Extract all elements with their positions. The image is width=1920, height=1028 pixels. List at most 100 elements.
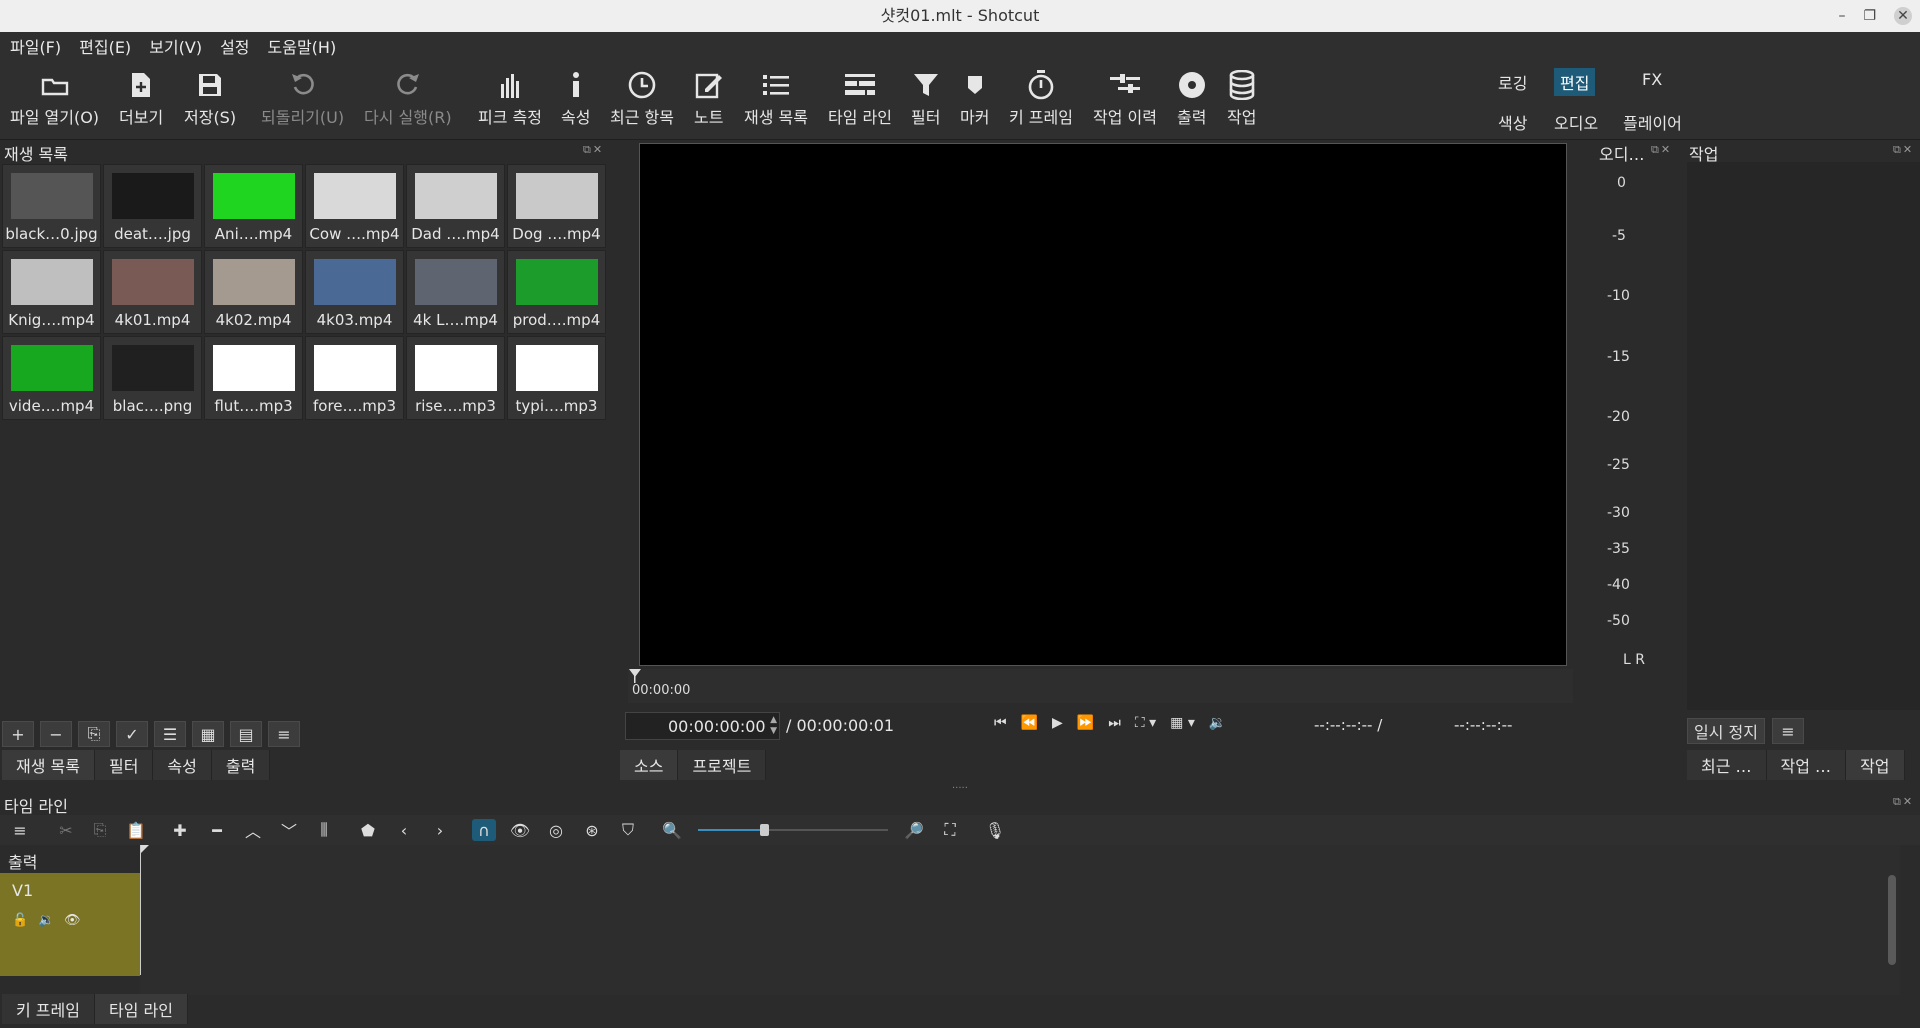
tab-recent[interactable]: 최근 … (1687, 750, 1767, 780)
timeline-button[interactable]: 타임 라인 (828, 66, 892, 128)
panel-float-close-icon[interactable]: ⧉✕ (583, 143, 604, 157)
properties-button[interactable]: 속성 (561, 66, 590, 128)
playlist-item[interactable]: flut….mp3 (204, 336, 303, 420)
zoom-fit-timeline-icon[interactable]: ⛶ (938, 819, 962, 841)
add-icon[interactable]: + (2, 721, 34, 747)
menu-edit[interactable]: 편집(E) (79, 34, 131, 58)
zoom-slider-handle[interactable] (760, 824, 769, 836)
open-file-button[interactable]: 파일 열기(O) (10, 66, 99, 128)
spin-icon[interactable]: ▲ ▼ (770, 715, 777, 737)
tab-jobs-short[interactable]: 작업 … (1766, 750, 1847, 780)
detail-view-icon[interactable]: ☰ (154, 721, 186, 747)
hide-icon[interactable]: 👁 (64, 913, 81, 928)
playlist-item[interactable]: Ani….mp4 (204, 164, 303, 248)
keyframes-button[interactable]: 키 프레임 (1009, 66, 1073, 128)
rewind-icon[interactable]: ⏪ (1021, 715, 1038, 731)
skip-start-icon[interactable]: ⏮ (994, 715, 1007, 731)
copy-icon[interactable]: ⎘ (88, 819, 112, 841)
paste-icon[interactable]: 📋 (124, 819, 148, 841)
playlist-item[interactable]: 4k L….mp4 (406, 250, 505, 334)
menu-file[interactable]: 파일(F) (10, 34, 61, 58)
playlist-item[interactable]: black…0.jpg (2, 164, 101, 248)
tab-source[interactable]: 소스 (620, 750, 679, 780)
snap-icon[interactable]: ∩ (472, 819, 496, 841)
filters-button[interactable]: 필터 (911, 66, 940, 128)
lift-icon[interactable]: ︿ (241, 819, 265, 841)
update-icon[interactable]: ⎘ (78, 721, 110, 747)
zoom-in-icon[interactable]: 🔎 (902, 819, 926, 841)
jobs-button[interactable]: 작업 (1227, 66, 1256, 128)
save-button[interactable]: 저장(S) (184, 66, 236, 128)
menu-help[interactable]: 도움말(H) (268, 34, 337, 58)
playlist-button[interactable]: 재생 목록 (744, 66, 808, 128)
mode-fx[interactable]: FX (1636, 68, 1668, 91)
markers-button[interactable]: 마커 (960, 66, 989, 128)
undo-button[interactable]: 되돌리기(U) (261, 66, 344, 128)
scrub-ruler[interactable]: 00:00:00 (628, 669, 1573, 703)
tab-timeline[interactable]: 타임 라인 (94, 994, 188, 1024)
playlist-item[interactable]: prod….mp4 (507, 250, 606, 334)
scrub-icon[interactable]: 👁 (508, 819, 532, 841)
playlist-item[interactable]: vide….mp4 (2, 336, 101, 420)
cut-icon[interactable]: ✂ (54, 819, 78, 841)
record-audio-icon[interactable]: 🎙 (983, 819, 1007, 841)
mode-editing[interactable]: 편집 (1554, 68, 1596, 96)
mode-audio[interactable]: 오디오 (1548, 108, 1604, 136)
jobs-menu-icon[interactable]: ≡ (1772, 718, 1804, 744)
close-icon[interactable]: ✕ (1894, 7, 1912, 25)
playlist-item[interactable]: blac….png (103, 336, 202, 420)
mode-logging[interactable]: 로깅 (1492, 68, 1533, 96)
video-viewer[interactable] (639, 143, 1567, 666)
track-header-v1[interactable]: V1 🔓 🔉 👁 (0, 873, 140, 976)
more-button[interactable]: 더보기 (119, 66, 163, 128)
playlist-item[interactable]: Cow ….mp4 (305, 164, 404, 248)
icons-view-icon[interactable]: ▤ (230, 721, 262, 747)
mute-icon[interactable]: 🔉 (38, 913, 54, 928)
ripple-icon[interactable]: ◎ (544, 819, 568, 841)
menu-icon[interactable]: ≡ (268, 721, 300, 747)
playlist-item[interactable]: 4k02.mp4 (204, 250, 303, 334)
recent-button[interactable]: 최근 항목 (610, 66, 674, 128)
playlist-item[interactable]: fore….mp3 (305, 336, 404, 420)
check-icon[interactable]: ✓ (116, 721, 148, 747)
export-button[interactable]: 출력 (1177, 66, 1206, 128)
playlist-item[interactable]: rise….mp3 (406, 336, 505, 420)
playlist-item[interactable]: Dog ….mp4 (507, 164, 606, 248)
audio-float-close-icon[interactable]: ⧉✕ (1651, 143, 1672, 157)
append-icon[interactable]: ✚ (168, 819, 192, 841)
jobs-float-close-icon[interactable]: ⧉✕ (1893, 143, 1914, 157)
playlist-item[interactable]: deat….jpg (103, 164, 202, 248)
marker-add-icon[interactable]: ⬟ (356, 819, 380, 841)
lock-icon[interactable]: 🔓 (12, 913, 28, 928)
play-icon[interactable]: ▶ (1052, 715, 1063, 731)
zoom-out-icon[interactable]: 🔍 (660, 819, 684, 841)
mode-color[interactable]: 색상 (1492, 108, 1533, 136)
redo-button[interactable]: 다시 실행(R) (364, 66, 452, 128)
tab-filters[interactable]: 필터 (94, 750, 154, 780)
peak-meter-button[interactable]: 피크 측정 (478, 66, 542, 128)
zoom-fit-icon[interactable]: ⛶ ▾ (1135, 715, 1156, 731)
timeline-menu-icon[interactable]: ≡ (8, 819, 32, 841)
ripple-delete-icon[interactable]: ━ (205, 819, 229, 841)
notes-button[interactable]: 노트 (694, 66, 723, 128)
playlist-item[interactable]: 4k01.mp4 (103, 250, 202, 334)
fast-forward-icon[interactable]: ⏩ (1077, 715, 1094, 731)
playlist-item[interactable]: Knig….mp4 (2, 250, 101, 334)
timeline-scrollbar[interactable] (1888, 875, 1896, 965)
volume-icon[interactable]: 🔉 (1209, 715, 1226, 731)
restore-icon[interactable]: ❐ (1863, 0, 1876, 32)
splitter-handle[interactable]: ····· (952, 783, 968, 794)
overwrite-icon[interactable]: ﹀ (277, 819, 301, 841)
skip-end-icon[interactable]: ⏭ (1108, 715, 1121, 731)
next-marker-icon[interactable]: › (428, 819, 452, 841)
timecode-input[interactable]: 00:00:00:00 ▲ ▼ (625, 712, 780, 740)
tab-playlist[interactable]: 재생 목록 (2, 750, 95, 780)
tab-jobs[interactable]: 작업 (1846, 750, 1905, 780)
pause-jobs-button[interactable]: 일시 정지 (1687, 718, 1765, 744)
timeline-playhead-icon[interactable] (141, 845, 149, 853)
tiles-view-icon[interactable]: ▦ (192, 721, 224, 747)
zoom-slider[interactable] (698, 824, 888, 836)
menu-settings[interactable]: 설정 (220, 34, 249, 58)
playlist-item[interactable]: 4k03.mp4 (305, 250, 404, 334)
playlist-item[interactable]: Dad ….mp4 (406, 164, 505, 248)
